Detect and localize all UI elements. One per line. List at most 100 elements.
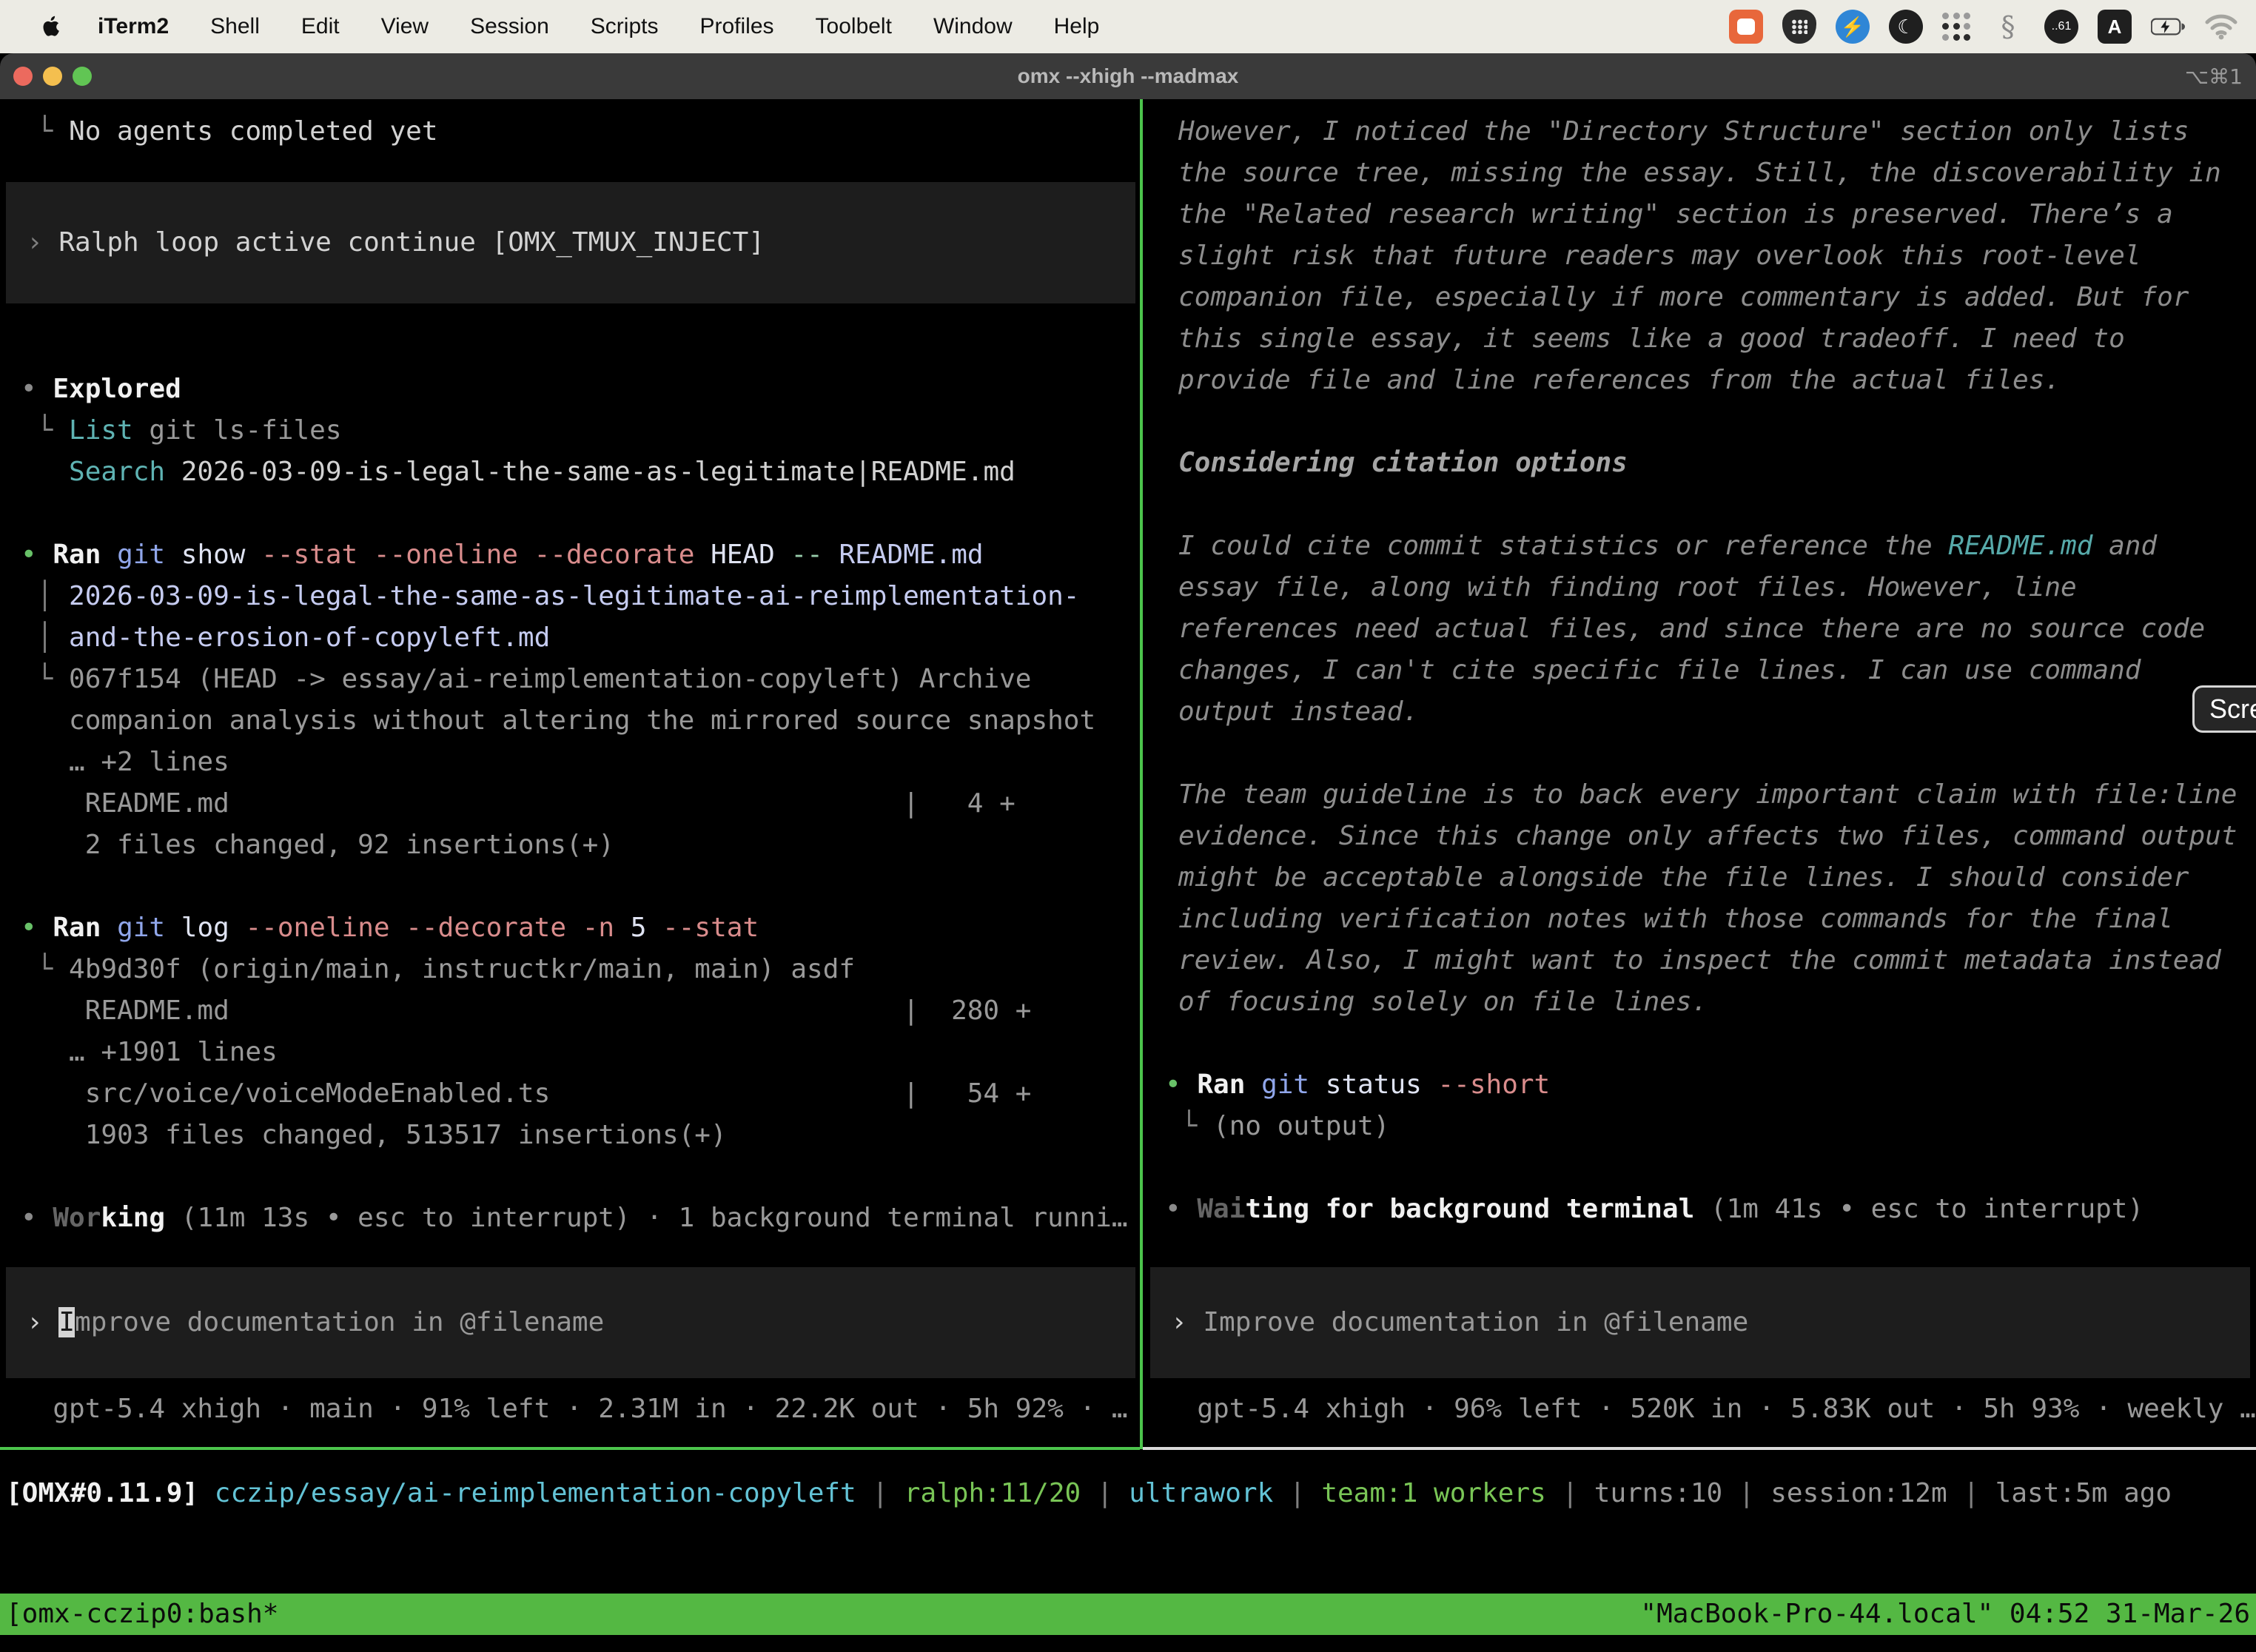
terminal-row: • Ran git status --short [1144, 1064, 2256, 1106]
terminal-row: 1903 files changed, 513517 insertions(+) [0, 1115, 1141, 1156]
shield-icon[interactable] [1782, 10, 1816, 44]
timer-61-icon[interactable]: ..61 [2044, 10, 2078, 44]
terminal-row: output instead. [1144, 691, 2256, 733]
terminal-row [0, 866, 1141, 907]
screen-indicator-label: Scre [2209, 694, 2256, 725]
terminal-row: essay file, along with finding root file… [1144, 567, 2256, 608]
menu-item-window[interactable]: Window [933, 14, 1013, 39]
left-agent-pane[interactable]: └ No agents completed yet › Ralph loop a… [0, 99, 1141, 1430]
terminal-row: • Explored [0, 369, 1141, 410]
terminal-row: the source tree, missing the essay. Stil… [1144, 152, 2256, 194]
menu-item-scripts[interactable]: Scripts [591, 14, 659, 39]
left-head-rows: └ No agents completed yet [0, 99, 1141, 152]
terminal-row: └ (no output) [1144, 1106, 2256, 1147]
ralph-loop-box: › Ralph loop active continue [OMX_TMUX_I… [6, 182, 1135, 303]
terminal-row: gpt-5.4 xhigh · 96% left · 520K in · 5.8… [1144, 1389, 2256, 1430]
terminal-row: … +1901 lines [0, 1032, 1141, 1073]
terminal-row: However, I noticed the "Directory Struct… [1144, 111, 2256, 152]
window-title-bar: omx --xhigh --madmax ⌥⌘1 [0, 53, 2256, 99]
terminal-row: src/voice/voiceModeEnabled.ts | 54 + [0, 1073, 1141, 1115]
wifi-icon[interactable] [2204, 10, 2238, 44]
apple-menu-icon[interactable] [38, 10, 65, 43]
terminal-row: companion file, especially if more comme… [1144, 277, 2256, 318]
terminal-row: └ 067f154 (HEAD -> essay/ai-reimplementa… [0, 659, 1141, 700]
pane-divider[interactable] [1140, 99, 1143, 1449]
menu-item-profiles[interactable]: Profiles [699, 14, 773, 39]
terminal-row: • Ran git show --stat --oneline --decora… [0, 534, 1141, 576]
left-transcript: • Explored └ List git ls-files Search 20… [0, 369, 1141, 1239]
chat-icon[interactable] [1729, 10, 1763, 44]
right-prompt-input[interactable]: › Improve documentation in @filename [1150, 1267, 2250, 1378]
terminal-row: └ List git ls-files [0, 410, 1141, 451]
menu-item-help[interactable]: Help [1054, 14, 1100, 39]
terminal-row: this single essay, it seems like a good … [1144, 318, 2256, 360]
terminal-row: references need actual files, and since … [1144, 608, 2256, 650]
terminal-row: including verification notes with those … [1144, 899, 2256, 940]
menu-status-icons: ⚡ ☾ § ..61 A [1729, 10, 2238, 44]
terminal-row: • Working (11m 13s • esc to interrupt) ·… [0, 1198, 1141, 1239]
terminal-row: review. Also, I might want to inspect th… [1144, 940, 2256, 981]
right-agent-pane[interactable]: However, I noticed the "Directory Struct… [1144, 99, 2256, 1430]
terminal-row: gpt-5.4 xhigh · main · 91% left · 2.31M … [0, 1389, 1141, 1430]
terminal-row [1144, 484, 2256, 526]
left-prompt-input[interactable]: › Improve documentation in @filename [6, 1267, 1135, 1378]
tmux-host-clock: "MacBook-Pro-44.local" 04:52 31-Mar-26 [1640, 1594, 2256, 1635]
menu-bar: iTerm2 Shell Edit View Session Scripts Profile… [0, 0, 2256, 53]
menu-item-shell[interactable]: Shell [210, 14, 260, 39]
omx-status-bar: [OMX#0.11.9] cczip/essay/ai-reimplementa… [0, 1473, 2256, 1514]
menu-item-toolbelt[interactable]: Toolbelt [816, 14, 892, 39]
terminal-row: › Ralph loop active continue [OMX_TMUX_I… [6, 226, 1156, 259]
menu-items: iTerm2 Shell Edit View Session Scripts Profile… [98, 14, 1099, 39]
terminal-row [0, 493, 1141, 534]
menu-item-edit[interactable]: Edit [301, 14, 340, 39]
a-key-icon[interactable]: A [2098, 10, 2132, 44]
menu-item-session[interactable]: Session [470, 14, 549, 39]
chat-icon-hole [1737, 19, 1755, 35]
terminal-row: └ 4b9d30f (origin/main, instructkr/main,… [0, 949, 1141, 990]
screen-indicator-tooltip[interactable]: Scre [2192, 685, 2256, 733]
terminal-row [0, 1156, 1141, 1198]
shield-grid [1791, 19, 1807, 34]
window-title: omx --xhigh --madmax [0, 64, 2256, 88]
terminal-row [1144, 401, 2256, 443]
terminal-row: README.md | 280 + [0, 990, 1141, 1032]
menu-item-view[interactable]: View [381, 14, 429, 39]
terminal-row: provide file and line references from th… [1144, 360, 2256, 401]
terminal-row [1144, 1023, 2256, 1064]
terminal-row: │ 2026-03-09-is-legal-the-same-as-legiti… [0, 576, 1141, 617]
sigil-icon[interactable]: § [1991, 10, 2025, 44]
blue-bolt-icon[interactable]: ⚡ [1836, 10, 1870, 44]
terminal-row: 2 files changed, 92 insertions(+) [0, 825, 1141, 866]
terminal-row [1144, 733, 2256, 774]
terminal-row: Considering citation options [1144, 443, 2256, 484]
terminal-row: slight risk that future readers may over… [1144, 235, 2256, 277]
left-pane-bottom-border [0, 1447, 1140, 1450]
grid-dots-icon[interactable] [1942, 12, 1972, 41]
terminal-row: of focusing solely on file lines. [1144, 981, 2256, 1023]
terminal-row: README.md | 4 + [0, 783, 1141, 825]
right-prompt-text: › Improve documentation in @filename [1150, 1306, 2250, 1339]
terminal-row: › Improve documentation in @filename [6, 1306, 1156, 1339]
terminal-row: The team guideline is to back every impo… [1144, 774, 2256, 816]
right-transcript: However, I noticed the "Directory Struct… [1144, 99, 2256, 1230]
terminal-row: I could cite commit statistics or refere… [1144, 526, 2256, 567]
terminal-row: • Ran git log --oneline --decorate -n 5 … [0, 907, 1141, 949]
terminal-row: │ and-the-erosion-of-copyleft.md [0, 617, 1141, 659]
terminal-row: the "Related research writing" section i… [1144, 194, 2256, 235]
terminal-row: … +2 lines [0, 742, 1141, 783]
terminal-row: └ No agents completed yet [0, 111, 1141, 152]
ralph-loop-text: › Ralph loop active continue [OMX_TMUX_I… [6, 226, 1135, 259]
terminal-row: evidence. Since this change only affects… [1144, 816, 2256, 857]
terminal-row: Search 2026-03-09-is-legal-the-same-as-l… [0, 451, 1141, 493]
battery-icon[interactable] [2151, 10, 2185, 44]
left-model-status: gpt-5.4 xhigh · main · 91% left · 2.31M … [0, 1389, 1141, 1430]
terminal-row: changes, I can't cite specific file line… [1144, 650, 2256, 691]
terminal-row: [OMX#0.11.9] cczip/essay/ai-reimplementa… [0, 1473, 2256, 1514]
menu-item-iterm2[interactable]: iTerm2 [98, 14, 169, 39]
tmux-session-label: [omx-cczip0:bash* [0, 1594, 278, 1635]
moon-icon[interactable]: ☾ [1889, 10, 1923, 44]
window-shortcut-badge: ⌥⌘1 [2185, 64, 2243, 89]
terminal-area: └ No agents completed yet › Ralph loop a… [0, 99, 2256, 1652]
right-pane-bottom-border [1143, 1447, 2256, 1450]
terminal-row: might be acceptable alongside the file l… [1144, 857, 2256, 899]
